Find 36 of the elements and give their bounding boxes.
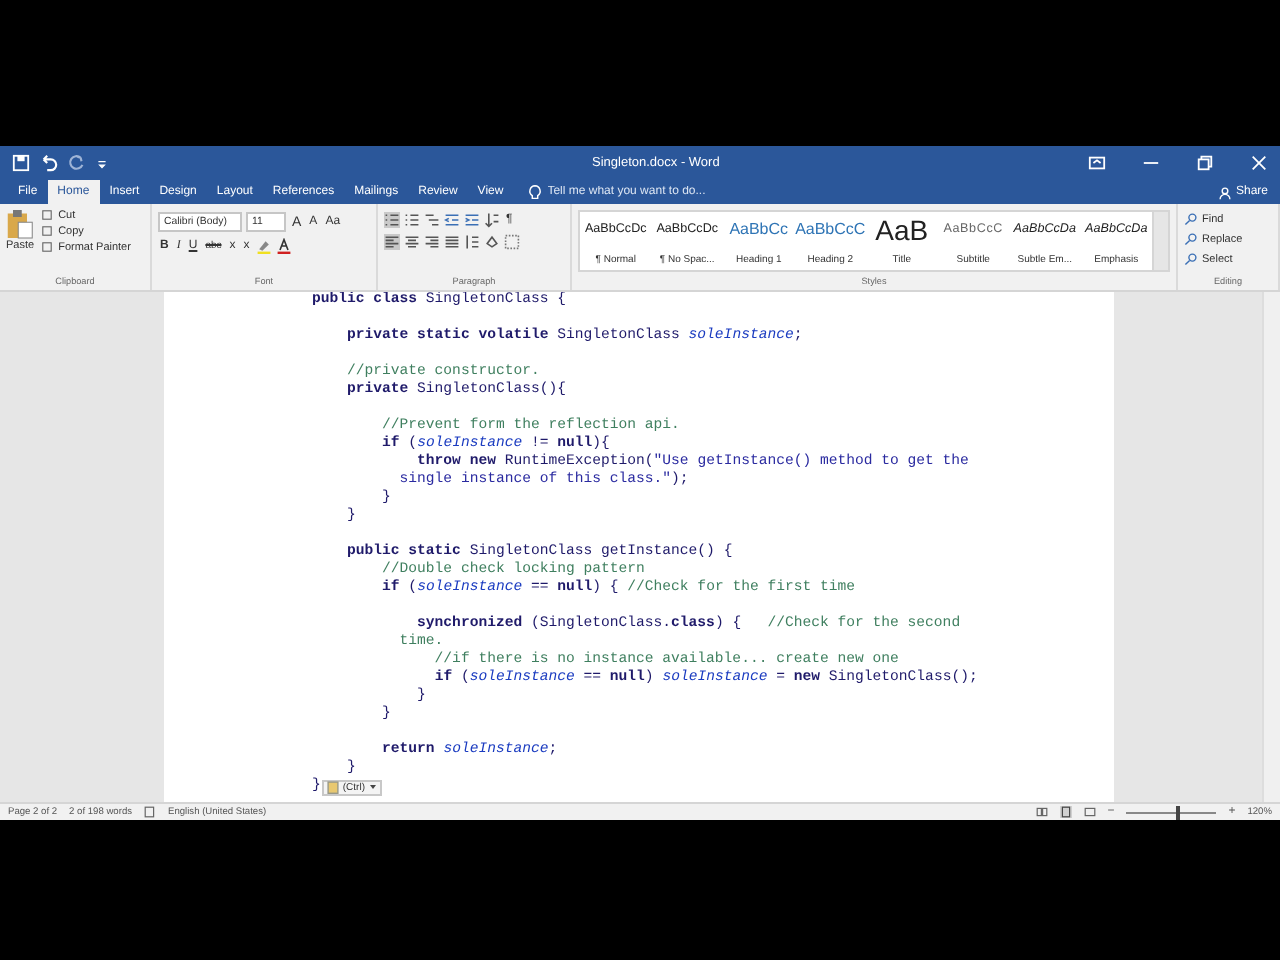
close-icon[interactable] xyxy=(1250,154,1268,172)
restore-icon[interactable] xyxy=(1196,154,1214,172)
vertical-scroll-bar[interactable] xyxy=(1262,292,1280,802)
borders-icon[interactable] xyxy=(504,234,520,250)
align-left-icon[interactable] xyxy=(384,234,400,250)
caret-icon xyxy=(367,782,377,792)
read-mode-icon[interactable] xyxy=(1035,806,1048,818)
lightbulb-icon xyxy=(525,183,544,201)
gallery-scroll-bar[interactable] xyxy=(1152,212,1168,270)
print-layout-icon[interactable] xyxy=(1059,806,1072,818)
customize-caret-icon[interactable] xyxy=(96,157,108,169)
person-icon xyxy=(1217,185,1232,199)
line-spacing-icon[interactable] xyxy=(464,234,480,250)
command-icon xyxy=(1184,232,1198,246)
align-center-icon[interactable] xyxy=(404,234,420,250)
ribbon-display-icon[interactable] xyxy=(1088,154,1106,172)
clipboard-icon xyxy=(6,208,35,240)
multilevel-list-icon[interactable] xyxy=(424,212,440,228)
command-icon xyxy=(1184,212,1198,226)
increase-indent-icon[interactable] xyxy=(464,212,480,228)
clipboard-icon xyxy=(326,780,341,794)
bullets-icon[interactable] xyxy=(384,212,400,228)
justify-icon[interactable] xyxy=(444,234,460,250)
command-icon xyxy=(1184,252,1198,266)
numbering-icon[interactable] xyxy=(404,212,420,228)
web-layout-icon[interactable] xyxy=(1083,806,1096,818)
proofing-icon[interactable] xyxy=(144,806,157,818)
save-icon[interactable] xyxy=(12,154,30,172)
decrease-indent-icon[interactable] xyxy=(444,212,460,228)
font-color-icon[interactable] xyxy=(275,238,292,254)
sort-icon[interactable] xyxy=(484,212,500,228)
redo-icon[interactable] xyxy=(68,154,86,172)
align-right-icon[interactable] xyxy=(424,234,440,250)
undo-icon[interactable] xyxy=(40,154,58,172)
shading-icon[interactable] xyxy=(484,234,500,250)
zoom-slider-thumb[interactable] xyxy=(1175,805,1180,819)
